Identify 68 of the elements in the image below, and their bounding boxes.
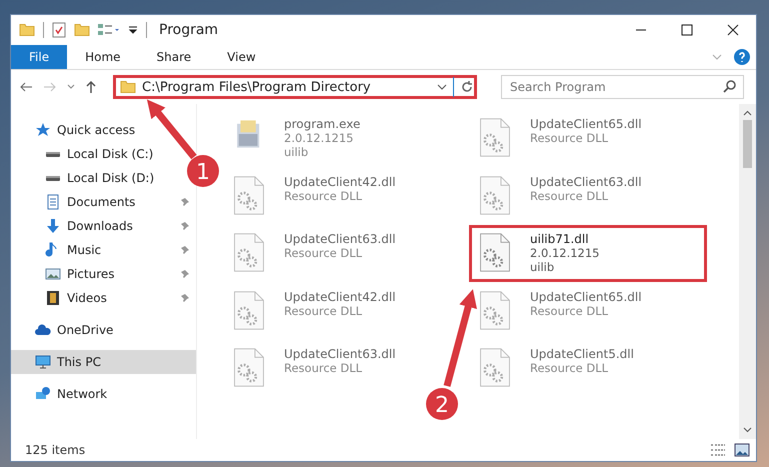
refresh-icon[interactable]	[460, 80, 474, 94]
large-icons-view-icon[interactable]	[734, 443, 750, 457]
scroll-thumb[interactable]	[743, 120, 752, 168]
sidebar-item[interactable]: Quick access	[11, 118, 142, 142]
scroll-down-icon[interactable]	[743, 427, 752, 433]
drive-icon	[45, 150, 61, 158]
sidebar-item[interactable]: OneDrive	[11, 318, 120, 342]
dropdown-caret-icon[interactable]	[437, 84, 447, 90]
help-icon[interactable]	[734, 49, 750, 65]
file-item[interactable]: uilib71.dll 2.0.12.1215 uilib	[469, 225, 707, 282]
sidebar-item[interactable]: This PC	[11, 350, 196, 374]
file-item[interactable]: UpdateClient63.dll Resource DLL	[469, 168, 651, 218]
sidebar-item[interactable]: Downloads	[11, 214, 196, 238]
ribbon-tab[interactable]: Share	[138, 45, 210, 69]
maximize-icon	[681, 24, 693, 36]
sidebar-item[interactable]: Network	[11, 382, 114, 406]
pictures-icon	[45, 266, 61, 282]
gear-file-icon	[232, 290, 266, 330]
search-icon	[723, 80, 736, 93]
computer-icon	[35, 354, 51, 370]
properties-icon[interactable]	[52, 22, 66, 38]
window-title: Program	[159, 22, 218, 38]
file-item[interactable]: program.exe 2.0.12.1215 uilib	[223, 110, 370, 161]
sidebar-item[interactable]: Local Disk (C:)	[11, 142, 160, 166]
file-item[interactable]: UpdateClient5.dll Resource DLL	[469, 340, 643, 390]
ribbon-tab[interactable]: View	[209, 45, 274, 69]
customize-icon[interactable]	[128, 24, 138, 36]
gear-file-icon	[232, 347, 266, 388]
gear-file-icon	[478, 232, 512, 273]
search-field[interactable]: Search Program	[501, 75, 744, 99]
gear-file-icon	[478, 174, 512, 216]
ribbon-tab[interactable]: File	[11, 45, 68, 69]
gear-file-icon	[232, 232, 266, 273]
list-icon[interactable]	[98, 23, 120, 37]
up-button[interactable]	[85, 80, 97, 94]
sidebar-item[interactable]: Documents	[11, 190, 196, 214]
file-item[interactable]: UpdateClient63.dll Resource DLL	[223, 340, 405, 390]
recent-locations-button[interactable]	[67, 84, 75, 90]
file-item[interactable]: UpdateClient42.dll Resource DLL	[223, 282, 405, 332]
file-item[interactable]: UpdateClient63.dll Resource DLL	[223, 225, 405, 275]
address-bar[interactable]: C:\Program Files\Program Directory	[113, 75, 477, 99]
film-icon	[45, 290, 61, 306]
gear-file-icon	[478, 117, 512, 158]
step-number-badge: 1	[187, 155, 219, 187]
details-view-icon[interactable]	[710, 443, 726, 457]
gear-file-icon	[232, 174, 266, 216]
sidebar-item[interactable]: Pictures	[11, 262, 196, 286]
drive-icon	[45, 174, 61, 182]
cloud-icon	[35, 322, 51, 338]
download-icon	[45, 218, 61, 234]
sidebar-item[interactable]: Music	[11, 238, 196, 262]
close-icon	[727, 24, 739, 36]
gear-file-icon	[478, 290, 512, 330]
file-item[interactable]: UpdateClient42.dll Resource DLL	[223, 168, 405, 218]
gear-file-icon	[478, 347, 512, 388]
scroll-up-icon[interactable]	[743, 110, 752, 116]
file-item[interactable]: UpdateClient65.dll Resource DLL	[469, 110, 651, 160]
item-count: 125 items	[25, 443, 86, 457]
file-item[interactable]: UpdateClient65.dll Resource DLL	[469, 282, 651, 332]
sidebar-item[interactable]: Local Disk (D:)	[11, 166, 160, 190]
sidebar-item[interactable]: Videos	[11, 286, 196, 310]
star-icon	[35, 122, 51, 138]
step-number-badge: 2	[426, 388, 458, 420]
folder-icon	[120, 80, 136, 94]
ribbon-tab[interactable]: Home	[67, 45, 139, 69]
network-icon	[35, 386, 51, 402]
document-icon	[45, 194, 61, 210]
back-button[interactable]	[19, 81, 33, 93]
